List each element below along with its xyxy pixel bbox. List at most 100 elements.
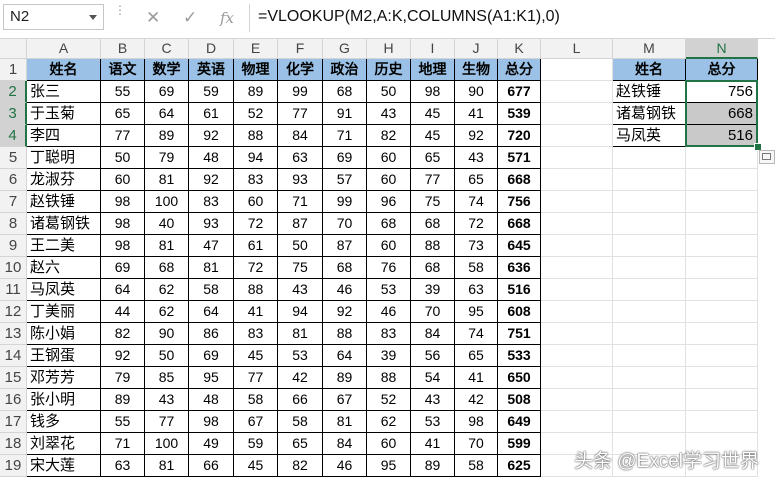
score-cell[interactable]: 89 xyxy=(101,389,145,411)
score-cell[interactable]: 92 xyxy=(189,169,234,191)
score-cell[interactable]: 90 xyxy=(455,81,498,103)
chevron-down-icon[interactable] xyxy=(89,15,97,20)
row-header-10[interactable]: 10 xyxy=(0,257,27,279)
score-cell[interactable]: 53 xyxy=(367,279,411,301)
grid-cell[interactable] xyxy=(686,367,758,389)
score-cell[interactable]: 70 xyxy=(323,213,367,235)
score-cell[interactable]: 60 xyxy=(367,235,411,257)
name-cell[interactable]: 张三 xyxy=(27,81,101,103)
row-header-17[interactable]: 17 xyxy=(0,411,27,433)
score-cell[interactable]: 46 xyxy=(367,301,411,323)
column-header-c[interactable]: C xyxy=(145,39,189,59)
worksheet-grid[interactable]: A B C D E F G H I J K L M N 1 2 3 4 5 6 7 8 9 10 11 12 13 14 15 16 17 1… xyxy=(0,39,775,485)
grid-cell[interactable] xyxy=(613,389,686,411)
name-cell[interactable]: 钱多 xyxy=(27,411,101,433)
grid-cell[interactable] xyxy=(613,323,686,345)
score-cell[interactable]: 82 xyxy=(101,323,145,345)
grid-cell[interactable] xyxy=(541,103,613,125)
score-cell[interactable]: 83 xyxy=(234,169,278,191)
name-cell[interactable]: 王钢蛋 xyxy=(27,345,101,367)
score-cell[interactable]: 68 xyxy=(411,213,455,235)
grid-cell[interactable] xyxy=(541,191,613,213)
score-cell[interactable]: 99 xyxy=(278,81,323,103)
score-cell[interactable]: 77 xyxy=(234,367,278,389)
cancel-icon[interactable]: ✕ xyxy=(146,6,160,30)
score-cell[interactable]: 58 xyxy=(455,257,498,279)
score-cell[interactable]: 48 xyxy=(189,147,234,169)
score-cell[interactable]: 43 xyxy=(455,147,498,169)
total-cell[interactable]: 668 xyxy=(498,213,541,235)
row-header-5[interactable]: 5 xyxy=(0,147,27,169)
score-cell[interactable]: 55 xyxy=(101,411,145,433)
column-header-n[interactable]: N xyxy=(686,39,758,59)
row-header-7[interactable]: 7 xyxy=(0,191,27,213)
row-header-3[interactable]: 3 xyxy=(0,103,27,125)
lookup-name-cell[interactable]: 赵铁锤 xyxy=(613,81,686,103)
grid-cell[interactable] xyxy=(686,257,758,279)
lookup-name-cell[interactable]: 马凤英 xyxy=(613,125,686,147)
total-cell[interactable]: 625 xyxy=(498,455,541,477)
score-cell[interactable]: 81 xyxy=(145,455,189,477)
score-cell[interactable]: 66 xyxy=(278,389,323,411)
score-cell[interactable]: 54 xyxy=(411,367,455,389)
score-cell[interactable]: 65 xyxy=(455,169,498,191)
score-cell[interactable]: 72 xyxy=(234,257,278,279)
score-cell[interactable]: 81 xyxy=(278,323,323,345)
score-cell[interactable]: 41 xyxy=(455,367,498,389)
score-cell[interactable]: 75 xyxy=(278,257,323,279)
name-cell[interactable]: 张小明 xyxy=(27,389,101,411)
grid-cell[interactable] xyxy=(613,191,686,213)
score-cell[interactable]: 98 xyxy=(455,411,498,433)
grid-cell[interactable] xyxy=(541,257,613,279)
row-header-16[interactable]: 16 xyxy=(0,389,27,411)
row-header-14[interactable]: 14 xyxy=(0,345,27,367)
grid-cell[interactable] xyxy=(613,169,686,191)
score-cell[interactable]: 98 xyxy=(189,411,234,433)
score-cell[interactable]: 53 xyxy=(278,345,323,367)
score-cell[interactable]: 88 xyxy=(323,323,367,345)
score-cell[interactable]: 77 xyxy=(145,411,189,433)
score-cell[interactable]: 56 xyxy=(411,345,455,367)
score-cell[interactable]: 77 xyxy=(101,125,145,147)
score-cell[interactable]: 68 xyxy=(367,213,411,235)
score-cell[interactable]: 46 xyxy=(323,279,367,301)
score-cell[interactable]: 77 xyxy=(278,103,323,125)
total-cell[interactable]: 645 xyxy=(498,235,541,257)
row-header-2[interactable]: 2 xyxy=(0,81,27,103)
score-header-cell[interactable]: 地理 xyxy=(411,59,455,81)
score-cell[interactable]: 44 xyxy=(101,301,145,323)
score-cell[interactable]: 69 xyxy=(101,257,145,279)
column-header-g[interactable]: G xyxy=(323,39,367,59)
total-cell[interactable]: 636 xyxy=(498,257,541,279)
grid-cell[interactable] xyxy=(613,147,686,169)
name-cell[interactable]: 李四 xyxy=(27,125,101,147)
score-cell[interactable]: 99 xyxy=(323,191,367,213)
name-cell[interactable]: 赵六 xyxy=(27,257,101,279)
grid-cell[interactable] xyxy=(686,235,758,257)
score-cell[interactable]: 88 xyxy=(234,125,278,147)
score-cell[interactable]: 70 xyxy=(455,433,498,455)
grid-cell[interactable] xyxy=(541,125,613,147)
score-cell[interactable]: 92 xyxy=(455,125,498,147)
score-header-cell[interactable]: 姓名 xyxy=(27,59,101,81)
score-cell[interactable]: 59 xyxy=(234,433,278,455)
name-cell[interactable]: 刘翠花 xyxy=(27,433,101,455)
score-cell[interactable]: 57 xyxy=(323,169,367,191)
score-cell[interactable]: 68 xyxy=(411,257,455,279)
grid-cell[interactable] xyxy=(541,169,613,191)
column-header-f[interactable]: F xyxy=(278,39,323,59)
score-cell[interactable]: 88 xyxy=(367,367,411,389)
score-cell[interactable]: 89 xyxy=(411,455,455,477)
name-cell[interactable]: 赵铁锤 xyxy=(27,191,101,213)
score-cell[interactable]: 41 xyxy=(455,103,498,125)
score-cell[interactable]: 100 xyxy=(145,433,189,455)
score-cell[interactable]: 76 xyxy=(367,257,411,279)
grid-cell[interactable] xyxy=(686,191,758,213)
grid-cell[interactable] xyxy=(613,367,686,389)
grid-cell[interactable] xyxy=(686,389,758,411)
score-cell[interactable]: 74 xyxy=(455,191,498,213)
score-header-cell[interactable]: 总分 xyxy=(498,59,541,81)
score-header-cell[interactable]: 历史 xyxy=(367,59,411,81)
score-cell[interactable]: 95 xyxy=(367,455,411,477)
score-cell[interactable]: 84 xyxy=(278,125,323,147)
